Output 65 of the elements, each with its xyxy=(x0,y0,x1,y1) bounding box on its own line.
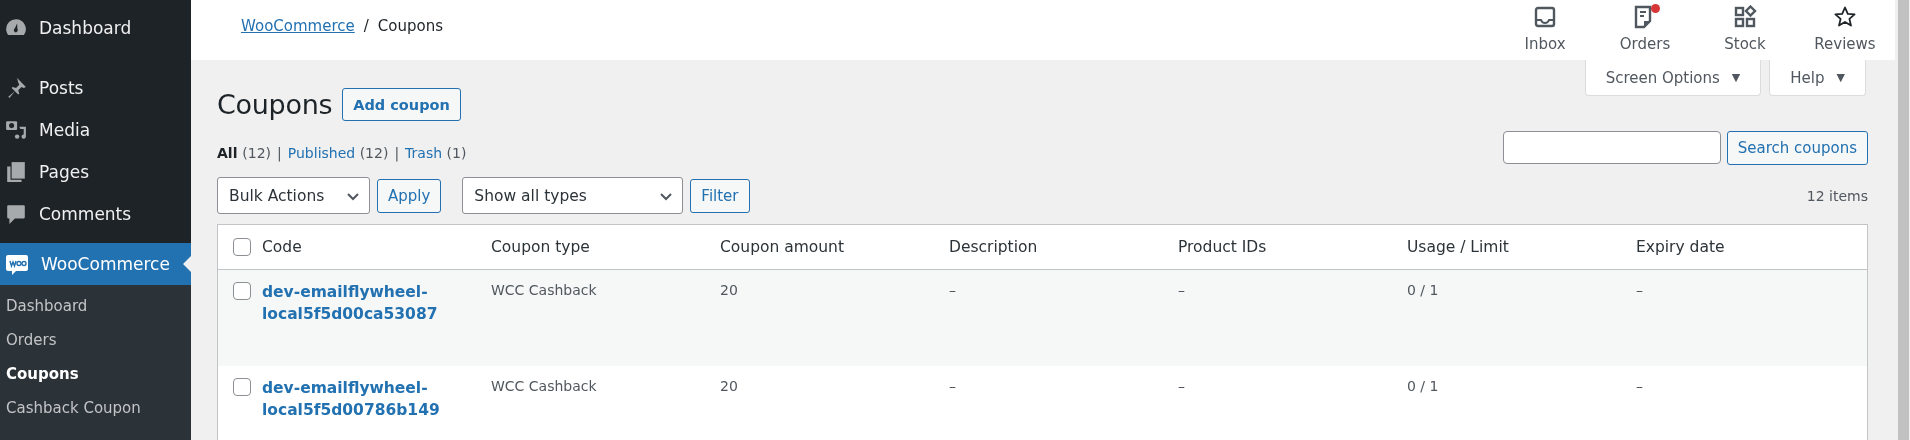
coupon-code-link[interactable]: dev-emailflywheel-local5f5d00786b149 xyxy=(262,377,467,421)
screen-meta-tab[interactable]: Screen Options ▼ xyxy=(1584,60,1762,96)
column-header[interactable]: Expiry date xyxy=(1636,238,1867,256)
activity-panel-button[interactable]: Stock xyxy=(1695,0,1795,53)
speech-bubble-icon xyxy=(5,252,29,276)
star-icon xyxy=(1833,5,1857,29)
view-separator: | xyxy=(394,145,400,161)
activity-panel-button[interactable]: Reviews xyxy=(1795,0,1895,53)
submenu-item[interactable]: Dashboard xyxy=(0,291,191,325)
blocks-icon xyxy=(1733,5,1757,29)
column-header[interactable]: Usage / Limit xyxy=(1407,238,1636,256)
column-header[interactable]: Description xyxy=(949,238,1178,256)
search-button[interactable]: Search coupons xyxy=(1726,131,1868,165)
breadcrumb-separator: / xyxy=(363,17,369,35)
table-cell: WCC Cashback xyxy=(491,282,597,298)
page-title: Coupons xyxy=(217,89,333,120)
table-cell: 0 / 1 xyxy=(1407,282,1439,298)
column-header[interactable]: Coupon type xyxy=(491,238,720,256)
speech-bubble-icon xyxy=(5,203,27,225)
table-cell: – xyxy=(1178,282,1185,298)
table-cell: – xyxy=(1636,282,1643,298)
column-header[interactable]: Coupon amount xyxy=(720,238,949,256)
column-header[interactable]: Product IDs xyxy=(1178,238,1407,256)
camera-music-icon xyxy=(5,119,27,141)
submenu-item[interactable]: Orders xyxy=(0,325,191,359)
checkbox[interactable] xyxy=(232,282,251,300)
sidebar-menu-item[interactable]: Dashboard xyxy=(0,7,191,49)
column-header[interactable]: Code xyxy=(262,238,491,256)
bulk-actions-select[interactable]: Bulk Actions xyxy=(217,177,370,214)
scrollbar-thumb[interactable] xyxy=(1898,0,1909,440)
pages-icon xyxy=(5,161,27,183)
table-cell: – xyxy=(949,282,956,298)
add-coupon-button[interactable]: Add coupon xyxy=(342,88,461,121)
coupon-type-select[interactable]: Show all types xyxy=(462,177,684,214)
activity-panel-button[interactable]: Inbox xyxy=(1495,0,1595,53)
filter-button[interactable]: Filter xyxy=(690,178,750,213)
checkbox[interactable] xyxy=(232,238,251,256)
coupon-code-link[interactable]: dev-emailflywheel-local5f5d00ca53087 xyxy=(262,281,467,325)
table-cell: WCC Cashback xyxy=(491,378,597,394)
view-separator: | xyxy=(277,145,282,161)
sidebar-menu-item[interactable]: WooCommerce xyxy=(0,243,191,285)
view-filter-link[interactable]: Published (12) xyxy=(287,145,389,161)
sidebar-menu-item[interactable]: Pages xyxy=(0,151,191,193)
items-count: 12 items xyxy=(1806,187,1868,204)
activity-panel-button[interactable]: Orders xyxy=(1595,0,1695,53)
table-cell: 20 xyxy=(720,378,738,394)
apply-button[interactable]: Apply xyxy=(377,178,442,213)
table-cell: – xyxy=(949,378,956,394)
search-field[interactable] xyxy=(1502,131,1721,164)
submenu-item[interactable]: Cashback Coupon xyxy=(0,393,191,427)
view-filter-link[interactable]: All (12) xyxy=(217,145,272,161)
table-cell: – xyxy=(1178,378,1185,394)
table-cell: 20 xyxy=(720,282,738,298)
sidebar-menu-item[interactable]: Posts xyxy=(0,67,191,109)
checkbox[interactable] xyxy=(232,378,251,396)
screen-meta-tab[interactable]: Help ▼ xyxy=(1769,60,1866,96)
breadcrumb-link[interactable]: WooCommerce xyxy=(241,17,355,35)
submenu-item[interactable]: Coupons xyxy=(0,359,191,393)
view-filter-link[interactable]: Trash (1) xyxy=(405,145,467,161)
sidebar-menu-item[interactable]: Comments xyxy=(0,193,191,235)
table-cell: 0 / 1 xyxy=(1407,378,1439,394)
breadcrumb-current: Coupons xyxy=(377,17,443,35)
table-cell: – xyxy=(1636,378,1643,394)
sidebar-menu-item[interactable]: Media xyxy=(0,109,191,151)
inbox-tray-icon xyxy=(1533,5,1557,29)
